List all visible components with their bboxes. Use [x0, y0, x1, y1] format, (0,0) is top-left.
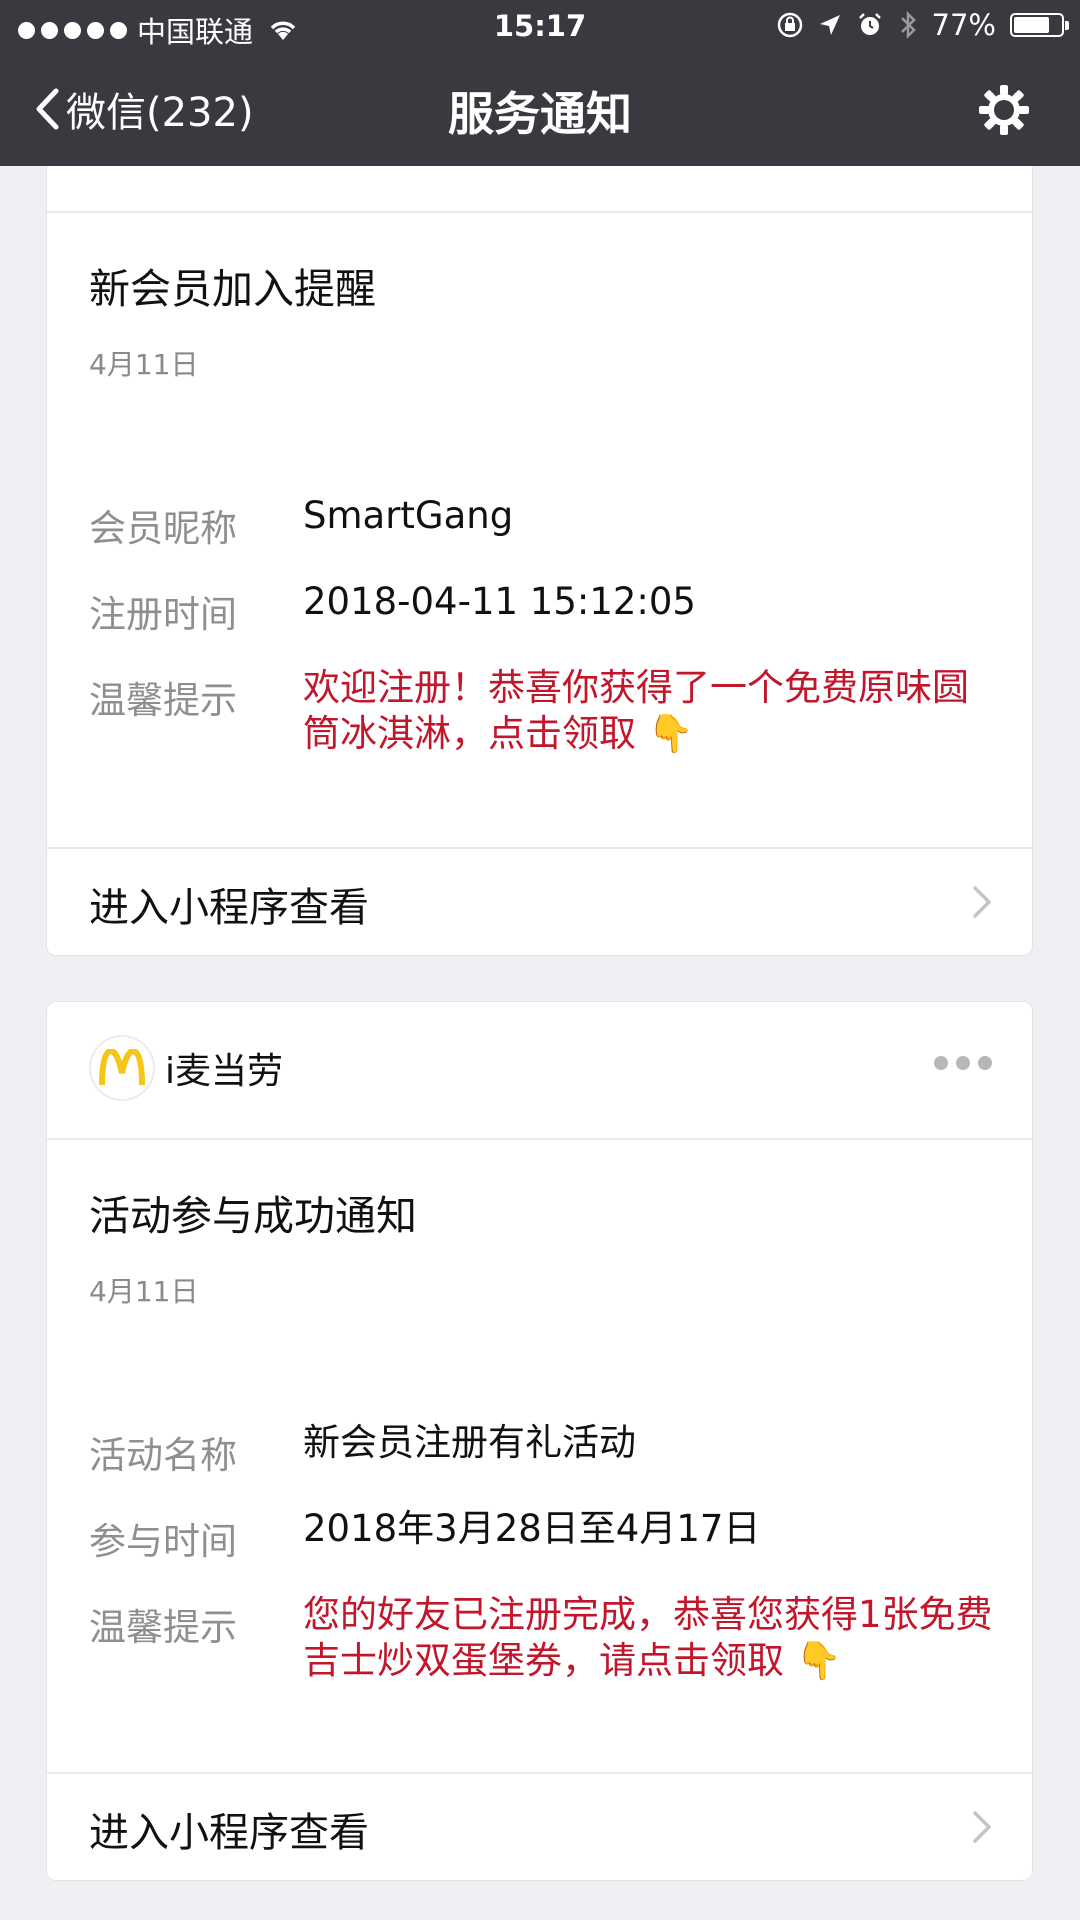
- open-mini-program-button[interactable]: 进入小程序查看: [47, 1772, 1032, 1880]
- message-date: 4月11日: [89, 1275, 199, 1308]
- message-date: 4月11日: [89, 348, 199, 381]
- battery-percent: 77%: [931, 8, 996, 42]
- gear-icon: [979, 85, 1029, 135]
- page-title: 服务通知: [448, 87, 632, 141]
- field-label: 温馨提示: [89, 1606, 237, 1649]
- field-label: 注册时间: [89, 593, 237, 636]
- field-value: SmartGang: [303, 494, 514, 537]
- chevron-right-icon: [973, 1811, 991, 1843]
- brand-name[interactable]: i麦当劳: [165, 1042, 283, 1094]
- field-label: 温馨提示: [89, 679, 237, 722]
- settings-button[interactable]: [978, 84, 1030, 140]
- field-label: 活动名称: [89, 1434, 237, 1477]
- location-arrow-icon: [819, 15, 840, 35]
- status-right: 77%: [776, 8, 1069, 42]
- field-value: 新会员注册有礼活动: [303, 1421, 636, 1464]
- more-options-button[interactable]: [934, 1056, 992, 1070]
- alarm-icon: [858, 13, 881, 35]
- field-value: 2018-04-11 15:12:05: [303, 580, 696, 623]
- notification-card: i麦当劳 活动参与成功通知 4月11日 活动名称 新会员注册有礼活动 参与时间 …: [46, 1001, 1033, 1881]
- nav-bar: 微信(232) 服务通知: [0, 54, 1080, 166]
- top-bar: 中国联通 15:17 77% 微信(232) 服务通知: [0, 0, 1080, 166]
- footer-label: 进入小程序查看: [89, 885, 369, 931]
- tip-value: 您的好友已注册完成，恭喜您获得1张免费吉士炒双蛋堡券，请点击领取 👇: [303, 1593, 993, 1682]
- tip-value: 欢迎注册！恭喜你获得了一个免费原味圆筒冰淇淋，点击领取 👇: [303, 666, 969, 755]
- brand-avatar[interactable]: [89, 1035, 155, 1101]
- status-bar: 中国联通 15:17 77%: [0, 0, 1080, 54]
- card-header: i麦当劳: [47, 1002, 1032, 1140]
- chevron-right-icon: [973, 886, 991, 918]
- footer-label: 进入小程序查看: [89, 1810, 369, 1856]
- mcdonalds-logo-icon: [99, 1049, 145, 1086]
- message-title: 活动参与成功通知: [89, 1192, 417, 1240]
- bluetooth-icon: [900, 10, 916, 40]
- open-mini-program-button[interactable]: 进入小程序查看: [47, 847, 1032, 955]
- field-label: 会员昵称: [89, 507, 237, 550]
- field-label: 参与时间: [89, 1520, 237, 1563]
- battery-icon: [1010, 13, 1069, 37]
- orientation-lock-icon: [777, 12, 802, 38]
- field-value: 2018年3月28日至4月17日: [303, 1507, 761, 1550]
- notification-card: 新会员加入提醒 4月11日 会员昵称 SmartGang 注册时间 2018-0…: [46, 110, 1033, 956]
- message-title: 新会员加入提醒: [89, 265, 376, 313]
